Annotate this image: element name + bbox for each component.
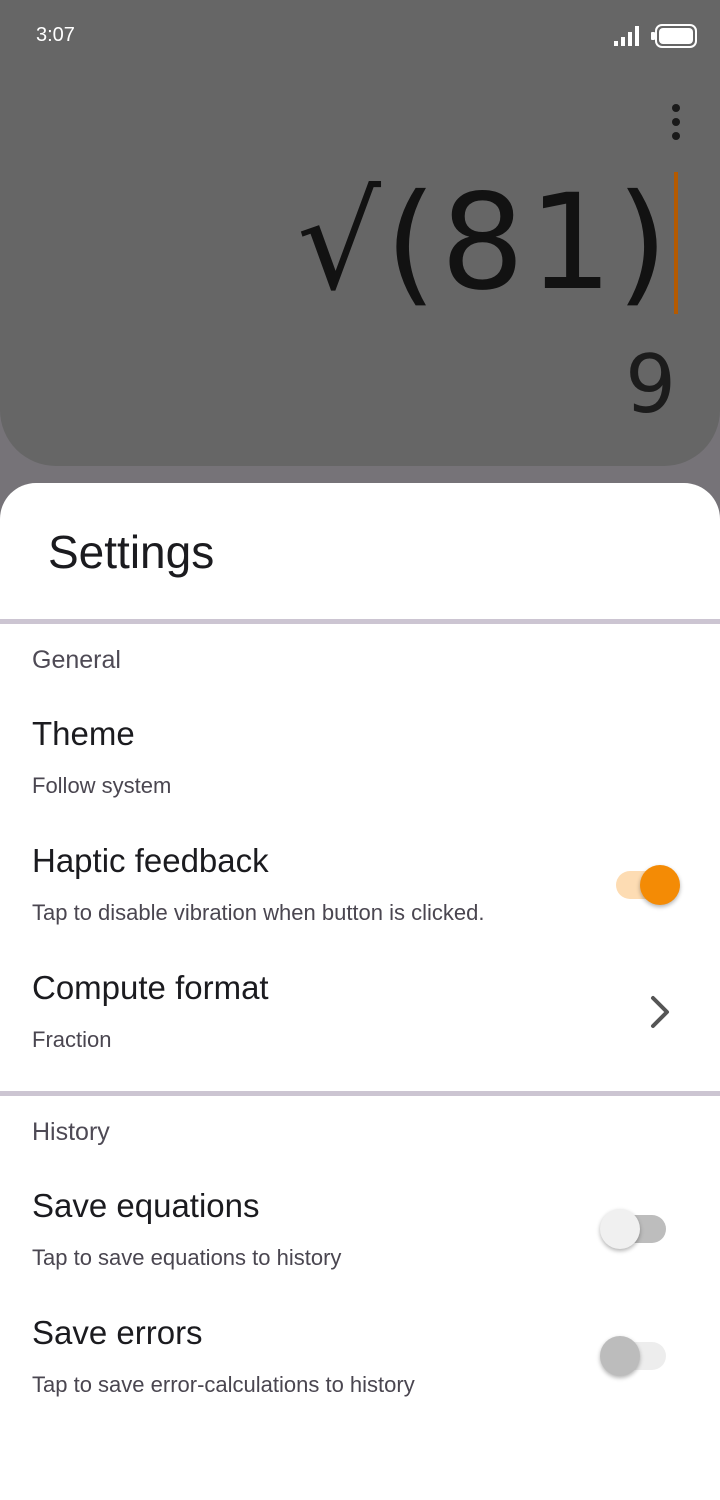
battery-icon bbox=[651, 24, 697, 48]
toggle-thumb bbox=[600, 1209, 640, 1249]
toggle-thumb bbox=[640, 865, 680, 905]
sheet-title: Settings bbox=[48, 526, 215, 578]
setting-theme[interactable]: Theme Follow system bbox=[0, 715, 720, 815]
setting-title: Theme bbox=[32, 715, 135, 752]
section-header-history: History bbox=[32, 1118, 110, 1146]
setting-subtitle: Tap to disable vibration when button is … bbox=[32, 900, 485, 925]
setting-subtitle: Follow system bbox=[32, 773, 172, 798]
haptic-toggle[interactable] bbox=[612, 863, 682, 907]
section-header-general: General bbox=[32, 646, 121, 674]
setting-title: Haptic feedback bbox=[32, 842, 269, 879]
result-display: 9 bbox=[625, 338, 676, 431]
save-equations-toggle[interactable] bbox=[600, 1207, 670, 1251]
status-time: 3:07 bbox=[36, 24, 75, 46]
save-errors-toggle[interactable] bbox=[600, 1334, 670, 1378]
toggle-thumb bbox=[600, 1336, 640, 1376]
setting-title: Save errors bbox=[32, 1314, 203, 1351]
setting-haptic-feedback[interactable]: Haptic feedback Tap to disable vibration… bbox=[0, 842, 720, 942]
setting-save-errors[interactable]: Save errors Tap to save error-calculatio… bbox=[0, 1314, 720, 1414]
calculator-panel: 3:07 √(81) 9 bbox=[0, 0, 720, 466]
more-options-icon[interactable] bbox=[664, 102, 688, 142]
setting-subtitle: Tap to save error-calculations to histor… bbox=[32, 1372, 415, 1397]
setting-subtitle: Fraction bbox=[32, 1027, 112, 1052]
chevron-right-icon bbox=[651, 996, 669, 1028]
divider bbox=[0, 619, 720, 624]
settings-sheet: Settings General Theme Follow system Hap… bbox=[0, 483, 720, 1500]
text-cursor bbox=[674, 172, 678, 314]
signal-icon bbox=[614, 26, 639, 46]
setting-save-equations[interactable]: Save equations Tap to save equations to … bbox=[0, 1187, 720, 1287]
screen: 3:07 √(81) 9 Settings General Theme Foll… bbox=[0, 0, 720, 1500]
expression-input[interactable]: √(81) bbox=[297, 168, 672, 318]
setting-compute-format[interactable]: Compute format Fraction bbox=[0, 969, 720, 1069]
setting-subtitle: Tap to save equations to history bbox=[32, 1245, 342, 1270]
divider bbox=[0, 1091, 720, 1096]
setting-title: Compute format bbox=[32, 969, 269, 1006]
setting-title: Save equations bbox=[32, 1187, 260, 1224]
